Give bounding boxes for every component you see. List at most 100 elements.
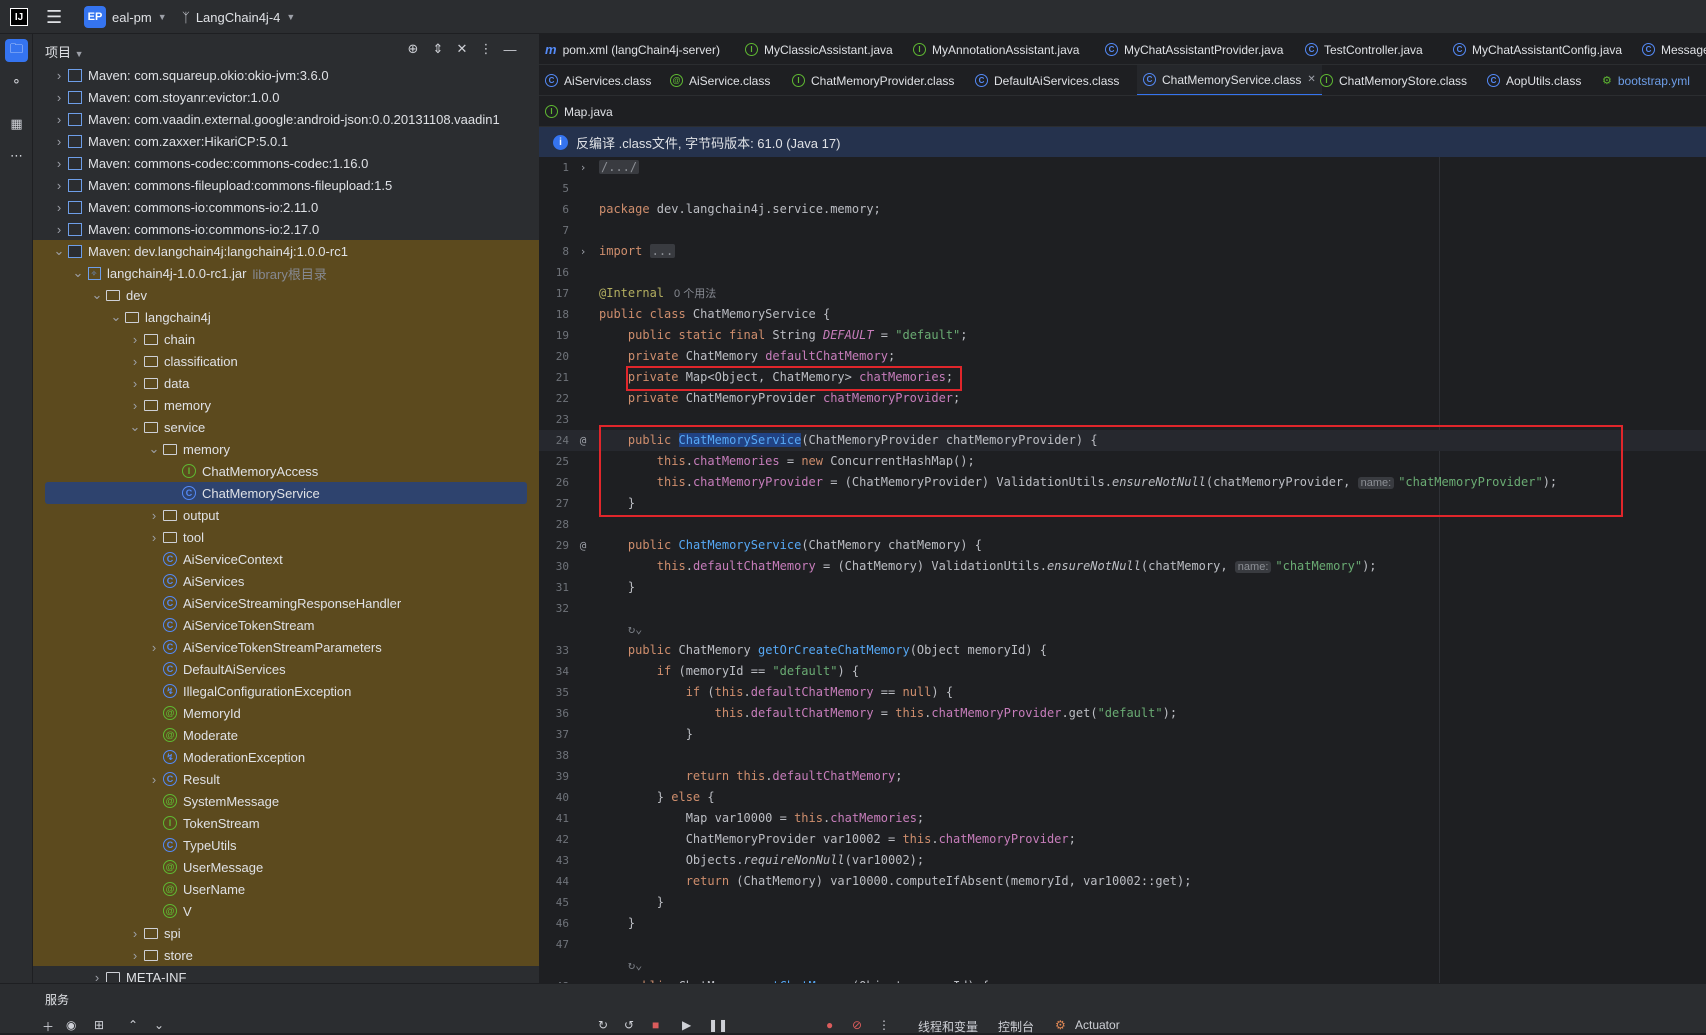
tree-row[interactable]: C AiServiceStreamingResponseHandler bbox=[33, 592, 539, 614]
editor-tab[interactable]: C AopUtils.class bbox=[1487, 65, 1581, 95]
tree-row[interactable]: ⌄ service bbox=[33, 416, 539, 438]
chevron-right-icon[interactable]: › bbox=[127, 948, 143, 963]
tree-row[interactable]: › Maven: com.stoyanr:evictor:1.0.0 bbox=[33, 86, 539, 108]
editor-tab[interactable]: I MyAnnotationAssistant.java bbox=[913, 34, 1079, 64]
tree-row[interactable]: C ChatMemoryService bbox=[33, 482, 539, 504]
tree-row[interactable]: › C Result bbox=[33, 768, 539, 790]
usages-hint[interactable]: 0 个用法 bbox=[674, 288, 716, 300]
chevron-right-icon[interactable]: › bbox=[51, 134, 67, 149]
tree-row[interactable]: @ UserName bbox=[33, 878, 539, 900]
tree-row[interactable]: ↯ IllegalConfigurationException bbox=[33, 680, 539, 702]
editor-tab[interactable]: @ AiService.class bbox=[670, 65, 770, 95]
chevron-right-icon[interactable]: › bbox=[127, 332, 143, 347]
chevron-right-icon[interactable]: › bbox=[51, 68, 67, 83]
chevron-right-icon[interactable]: › bbox=[146, 640, 162, 655]
editor-tab[interactable]: C AiServices.class bbox=[545, 65, 651, 95]
chevron-right-icon[interactable]: › bbox=[51, 112, 67, 127]
chevron-right-icon[interactable]: › bbox=[89, 970, 105, 983]
tree-row[interactable]: › classification bbox=[33, 350, 539, 372]
close-tab-icon[interactable]: ✕ bbox=[1307, 74, 1315, 85]
tree-row[interactable]: C DefaultAiServices bbox=[33, 658, 539, 680]
mute-breakpoints-icon[interactable]: ⊘ bbox=[852, 1018, 862, 1032]
chevron-right-icon[interactable]: › bbox=[127, 398, 143, 413]
commit-tool-button[interactable]: ⚬ bbox=[5, 70, 28, 93]
chevron-down-icon[interactable]: ⌄ bbox=[51, 243, 67, 259]
tree-row[interactable]: › output bbox=[33, 504, 539, 526]
tree-row[interactable]: ⌄ memory bbox=[33, 438, 539, 460]
tree-row[interactable]: ⌄ dev bbox=[33, 284, 539, 306]
tree-row[interactable]: › memory bbox=[33, 394, 539, 416]
chevron-right-icon[interactable]: › bbox=[146, 530, 162, 545]
editor-tab[interactable]: C MyChatAssistantConfig.java bbox=[1453, 34, 1622, 64]
editor-tab[interactable]: C Message bbox=[1642, 34, 1706, 64]
tree-row[interactable]: @ UserMessage bbox=[33, 856, 539, 878]
chevron-right-icon[interactable]: › bbox=[127, 354, 143, 369]
more-tools-button[interactable]: ⋯ bbox=[5, 144, 28, 167]
tree-row[interactable]: I ChatMemoryAccess bbox=[33, 460, 539, 482]
project-switcher[interactable]: EP eal-pm ▼ bbox=[84, 0, 167, 34]
locate-icon[interactable]: ⊕ bbox=[404, 40, 422, 58]
chevron-right-icon[interactable]: › bbox=[51, 222, 67, 237]
tree-row[interactable]: @ V bbox=[33, 900, 539, 922]
chevron-right-icon[interactable]: › bbox=[146, 772, 162, 787]
editor-tab[interactable]: C DefaultAiServices.class bbox=[975, 65, 1119, 95]
tree-row[interactable]: ↯ ModerationException bbox=[33, 746, 539, 768]
editor-tab[interactable]: ⚙ bootstrap.yml bbox=[1602, 65, 1690, 95]
console-tab[interactable]: 控制台 bbox=[998, 1018, 1034, 1035]
editor-tab[interactable]: C ChatMemoryService.class ✕ bbox=[1137, 65, 1322, 95]
tree-row[interactable]: › Maven: commons-io:commons-io:2.11.0 bbox=[33, 196, 539, 218]
project-tree[interactable]: › Maven: com.squareup.okio:okio-jvm:3.6.0… bbox=[33, 64, 539, 982]
editor-tab[interactable]: I ChatMemoryStore.class bbox=[1320, 65, 1467, 95]
eye-icon[interactable]: ◉ bbox=[66, 1018, 76, 1032]
stop-icon[interactable]: ■ bbox=[652, 1018, 659, 1032]
tree-row[interactable]: › Maven: commons-io:commons-io:2.17.0 bbox=[33, 218, 539, 240]
vcs-branch-switcher[interactable]: ᛉ LangChain4j-4 ▼ bbox=[182, 0, 295, 34]
tree-row[interactable]: @ Moderate bbox=[33, 724, 539, 746]
hide-icon[interactable]: — bbox=[501, 40, 519, 58]
code-editor[interactable]: 1 ›/.../ 5 6 package dev.langchain4j.servi… bbox=[539, 157, 1706, 983]
editor-tab[interactable]: C MyChatAssistantProvider.java bbox=[1105, 34, 1283, 64]
chevron-down-icon[interactable]: ⌄ bbox=[108, 309, 124, 325]
tree-row[interactable]: › data bbox=[33, 372, 539, 394]
chevron-right-icon[interactable]: › bbox=[51, 90, 67, 105]
tree-row[interactable]: @ SystemMessage bbox=[33, 790, 539, 812]
editor-tab[interactable]: I ChatMemoryProvider.class bbox=[792, 65, 954, 95]
chevron-down-icon[interactable]: ⌄ bbox=[127, 419, 143, 435]
implementations-gutter-icon[interactable]: @ bbox=[575, 535, 591, 556]
chevron-down-icon[interactable]: ⌄ bbox=[70, 265, 86, 281]
tree-row[interactable]: › store bbox=[33, 944, 539, 966]
expand-icon[interactable]: ⌃ bbox=[128, 1018, 138, 1032]
chevron-right-icon[interactable]: › bbox=[51, 156, 67, 171]
pause-icon[interactable]: ❚❚ bbox=[708, 1018, 728, 1032]
tree-row[interactable]: › Maven: commons-fileupload:commons-fileu… bbox=[33, 174, 539, 196]
tree-row[interactable]: › spi bbox=[33, 922, 539, 944]
actuator-tab[interactable]: Actuator bbox=[1075, 1018, 1120, 1032]
app-logo[interactable]: IJ bbox=[10, 0, 28, 34]
options-icon[interactable]: ⋮ bbox=[477, 40, 495, 58]
resume-icon[interactable]: ▶ bbox=[682, 1018, 691, 1032]
tree-row[interactable]: › C AiServiceTokenStreamParameters bbox=[33, 636, 539, 658]
tree-row[interactable]: › tool bbox=[33, 526, 539, 548]
chevron-down-icon[interactable]: ⌄ bbox=[146, 441, 162, 457]
expand-all-icon[interactable]: ⇕ bbox=[429, 40, 447, 58]
rerun-icon[interactable]: ↻ bbox=[598, 1018, 608, 1032]
editor-tab[interactable]: C TestController.java bbox=[1305, 34, 1423, 64]
chevron-right-icon[interactable]: › bbox=[146, 508, 162, 523]
tree-row[interactable]: @ MemoryId bbox=[33, 702, 539, 724]
project-panel-title[interactable]: 项目 ▼ bbox=[45, 42, 84, 61]
collapse-all-icon[interactable]: ✕ bbox=[453, 40, 471, 58]
editor-tab[interactable]: I MyClassicAssistant.java bbox=[745, 34, 893, 64]
tree-row[interactable]: ⌄ ✧ langchain4j-1.0.0-rc1.jar library根目录 bbox=[33, 262, 539, 284]
restart-icon[interactable]: ↺ bbox=[624, 1018, 634, 1032]
collapse-icon[interactable]: ⌄ bbox=[154, 1018, 164, 1032]
structure-tool-button[interactable]: ▦ bbox=[5, 112, 28, 135]
tree-row[interactable]: › Maven: com.squareup.okio:okio-jvm:3.6.0 bbox=[33, 64, 539, 86]
add-icon[interactable]: ＋ bbox=[42, 1018, 54, 1035]
chevron-right-icon[interactable]: › bbox=[51, 200, 67, 215]
tree-row[interactable]: › chain bbox=[33, 328, 539, 350]
tree-row[interactable]: I TokenStream bbox=[33, 812, 539, 834]
tree-row[interactable]: C TypeUtils bbox=[33, 834, 539, 856]
tree-row[interactable]: ⌄ langchain4j bbox=[33, 306, 539, 328]
tree-row[interactable]: › Maven: commons-codec:commons-codec:1.16… bbox=[33, 152, 539, 174]
tree-row[interactable]: › Maven: com.vaadin.external.google:andro… bbox=[33, 108, 539, 130]
